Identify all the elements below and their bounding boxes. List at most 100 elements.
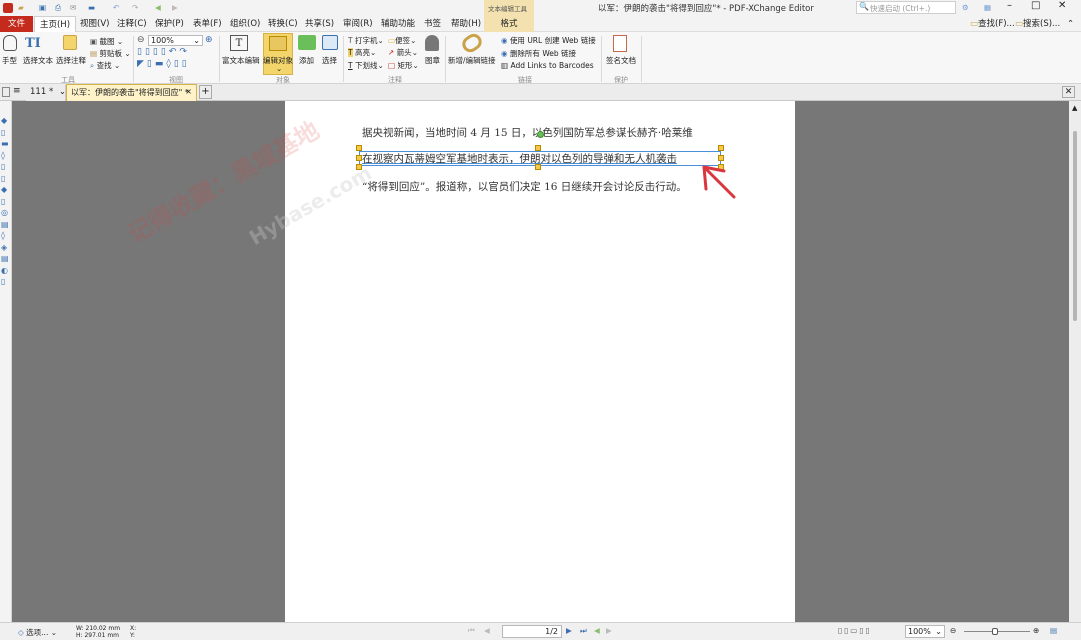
zoom-value: 100% (151, 36, 174, 45)
select-comment-icon[interactable] (63, 35, 77, 50)
menu-accessibility[interactable]: 辅助功能 (381, 16, 415, 32)
page-layout-icons[interactable]: ▯▯▭▯▯ (838, 626, 872, 635)
qat-email-icon[interactable]: ✉ (70, 3, 76, 12)
resize-handle-bl[interactable] (356, 164, 362, 170)
last-page-icon[interactable]: ⏭ (580, 626, 587, 636)
url-link-label: 使用 URL 创建 Web 链接 (509, 36, 596, 45)
menu-view[interactable]: 视图(V) (80, 16, 109, 32)
resize-handle-tl[interactable] (356, 145, 362, 151)
menu-organize[interactable]: 组织(O) (230, 16, 260, 32)
zoom-status-dropdown[interactable]: 100% ⌄ (905, 625, 945, 638)
sidebar-panel-icons[interactable]: ◆ ▯ ▬ ◊ ▯ ▯ ◆ ▯ ◎ ▤ ◊ ◈ ▤ ◐ ▯ (1, 115, 9, 288)
zoom-out-icon[interactable]: ⊖ (137, 35, 145, 45)
find-icon: ⌕ (90, 61, 95, 70)
stamp-icon[interactable] (425, 35, 439, 51)
fit-page-icon[interactable]: ▤ (1050, 626, 1057, 635)
page-number-input[interactable]: 1/2 (502, 625, 562, 638)
menu-format[interactable]: 格式 (484, 16, 534, 32)
menu-bookmarks[interactable]: 书签 (424, 16, 441, 32)
collapse-ribbon-icon[interactable]: ⌃ (1067, 16, 1074, 32)
sign-document-icon[interactable] (613, 35, 627, 52)
hand-tool-icon[interactable] (3, 35, 17, 51)
qat-scan-icon[interactable]: ▬ (88, 3, 95, 12)
layout-icon[interactable]: ▦ (984, 3, 991, 12)
scroll-up-icon[interactable]: ▲ (1072, 104, 1077, 112)
maximize-button[interactable]: □ (1031, 0, 1040, 11)
menu-share[interactable]: 共享(S) (305, 16, 334, 32)
sticky-label: 便签 (395, 36, 411, 45)
find-link[interactable]: ▭查找(F)... (970, 16, 1015, 32)
underline-button[interactable]: T 下划线⌄ (348, 60, 384, 71)
tab-111-close-icon[interactable]: ⌄ (59, 87, 66, 97)
scrollbar-thumb[interactable] (1073, 131, 1077, 321)
qat-print-icon[interactable]: ⎙ (55, 3, 61, 13)
menu-review[interactable]: 审阅(R) (343, 16, 373, 32)
paragraph-line-2[interactable]: 在视察内瓦蒂姆空军基地时表示，伊朗对以色列的导弹和无人机袭击 (362, 151, 677, 166)
zoom-in-icon[interactable]: ⊕ (205, 35, 213, 45)
qat-save-icon[interactable]: ▣ (39, 3, 46, 12)
new-tab-button[interactable]: + (199, 85, 212, 99)
clipboard-button[interactable]: ▤ 剪贴板 ⌄ (90, 48, 131, 59)
quick-launch-input[interactable]: 🔍 快速启动 (Ctrl+.) (856, 1, 956, 14)
resize-handle-b[interactable] (535, 164, 541, 170)
settings-icon[interactable]: ⚙ (962, 3, 969, 12)
select-text-icon[interactable]: TI (25, 36, 41, 51)
tab-active-document[interactable]: 以军：伊朗的袭击"将得到回应" * × (66, 84, 197, 101)
find-button[interactable]: ⌕ 查找 ⌄ (90, 60, 120, 71)
prev-page-icon[interactable]: ◀ (484, 626, 490, 635)
menu-protect[interactable]: 保护(P) (155, 16, 184, 32)
search-link[interactable]: ▭搜索(S)... (1015, 16, 1060, 32)
snapshot-button[interactable]: ▣ 截图 ⌄ (90, 36, 123, 47)
history-forward-icon[interactable]: ▶ (606, 626, 612, 635)
typewriter-button[interactable]: T 打字机⌄ (348, 35, 384, 46)
menu-home[interactable]: 主页(H) (34, 16, 76, 32)
globe-remove-icon: ◉ (501, 49, 508, 58)
url-link-button[interactable]: ◉ 使用 URL 创建 Web 链接 (501, 35, 596, 46)
rich-text-icon[interactable]: T (230, 35, 248, 51)
zoom-in-status-icon[interactable]: ⊕ (1033, 626, 1039, 635)
select-icon[interactable] (322, 35, 338, 50)
tabs-menu-icon[interactable]: ≡ (13, 86, 21, 96)
remove-links-button[interactable]: ◉ 删除所有 Web 链接 (501, 48, 576, 59)
tab-close-icon[interactable]: × (185, 84, 192, 99)
menu-form[interactable]: 表单(F) (193, 16, 222, 32)
close-button[interactable]: ✕ (1058, 0, 1066, 11)
menu-convert[interactable]: 转换(C) (268, 16, 298, 32)
page-tools-icons[interactable]: ◤▯▬◊▯▯ (137, 59, 190, 69)
resize-handle-t[interactable] (535, 145, 541, 151)
edit-object-dropdown-icon[interactable]: ⌄ (276, 64, 282, 73)
zoom-out-status-icon[interactable]: ⊖ (950, 626, 956, 635)
barcode-links-button[interactable]: ▥ Add Links to Barcodes (501, 61, 594, 70)
zoom-slider-thumb[interactable] (992, 628, 998, 635)
arrow-button[interactable]: ↗ 箭头⌄ (388, 47, 418, 58)
options-button[interactable]: ◇ 选项... ⌄ (18, 627, 57, 638)
resize-handle-l[interactable] (356, 155, 362, 161)
paragraph-line-1: 据央视新闻，当地时间 4 月 15 日，以色列国防军总参谋长赫齐·哈莱维 (362, 127, 693, 139)
panel-toggle-icon[interactable] (2, 87, 10, 97)
menu-comment[interactable]: 注释(C) (117, 16, 147, 32)
highlight-button[interactable]: T 高亮⌄ (348, 47, 376, 58)
qat-open-icon[interactable]: ▰ (18, 3, 24, 12)
history-back-icon[interactable]: ◀ (594, 626, 600, 635)
rect-button[interactable]: □ 矩形⌄ (388, 60, 419, 71)
add-icon[interactable] (298, 35, 316, 50)
sticky-button[interactable]: ▭便签⌄ (388, 35, 416, 46)
forward-icon[interactable]: ▶ (172, 3, 178, 12)
rotate-handle[interactable] (537, 131, 544, 138)
minimize-button[interactable]: – (1007, 0, 1012, 11)
menu-file[interactable]: 文件 (0, 16, 33, 32)
next-page-icon[interactable]: ▶ (566, 626, 572, 635)
resize-handle-tr[interactable] (718, 145, 724, 151)
separator (601, 36, 602, 82)
page-view-icons[interactable]: ▯▯▯▯↶↷ (137, 47, 190, 57)
tab-111[interactable]: 111 * ⌄ (26, 85, 66, 101)
undo-icon[interactable]: ↶ (113, 3, 119, 12)
vertical-scrollbar[interactable]: ▲ (1069, 101, 1081, 622)
back-icon[interactable]: ◀ (155, 3, 161, 12)
find-ribbon-label: 查找 (96, 61, 112, 70)
first-page-icon[interactable]: ⏮ (468, 626, 475, 636)
zoom-dropdown[interactable]: 100% ⌄ (148, 35, 203, 46)
redo-icon[interactable]: ↷ (132, 3, 138, 12)
close-panel-icon[interactable]: ✕ (1062, 86, 1075, 98)
menu-help[interactable]: 帮助(H) (451, 16, 481, 32)
